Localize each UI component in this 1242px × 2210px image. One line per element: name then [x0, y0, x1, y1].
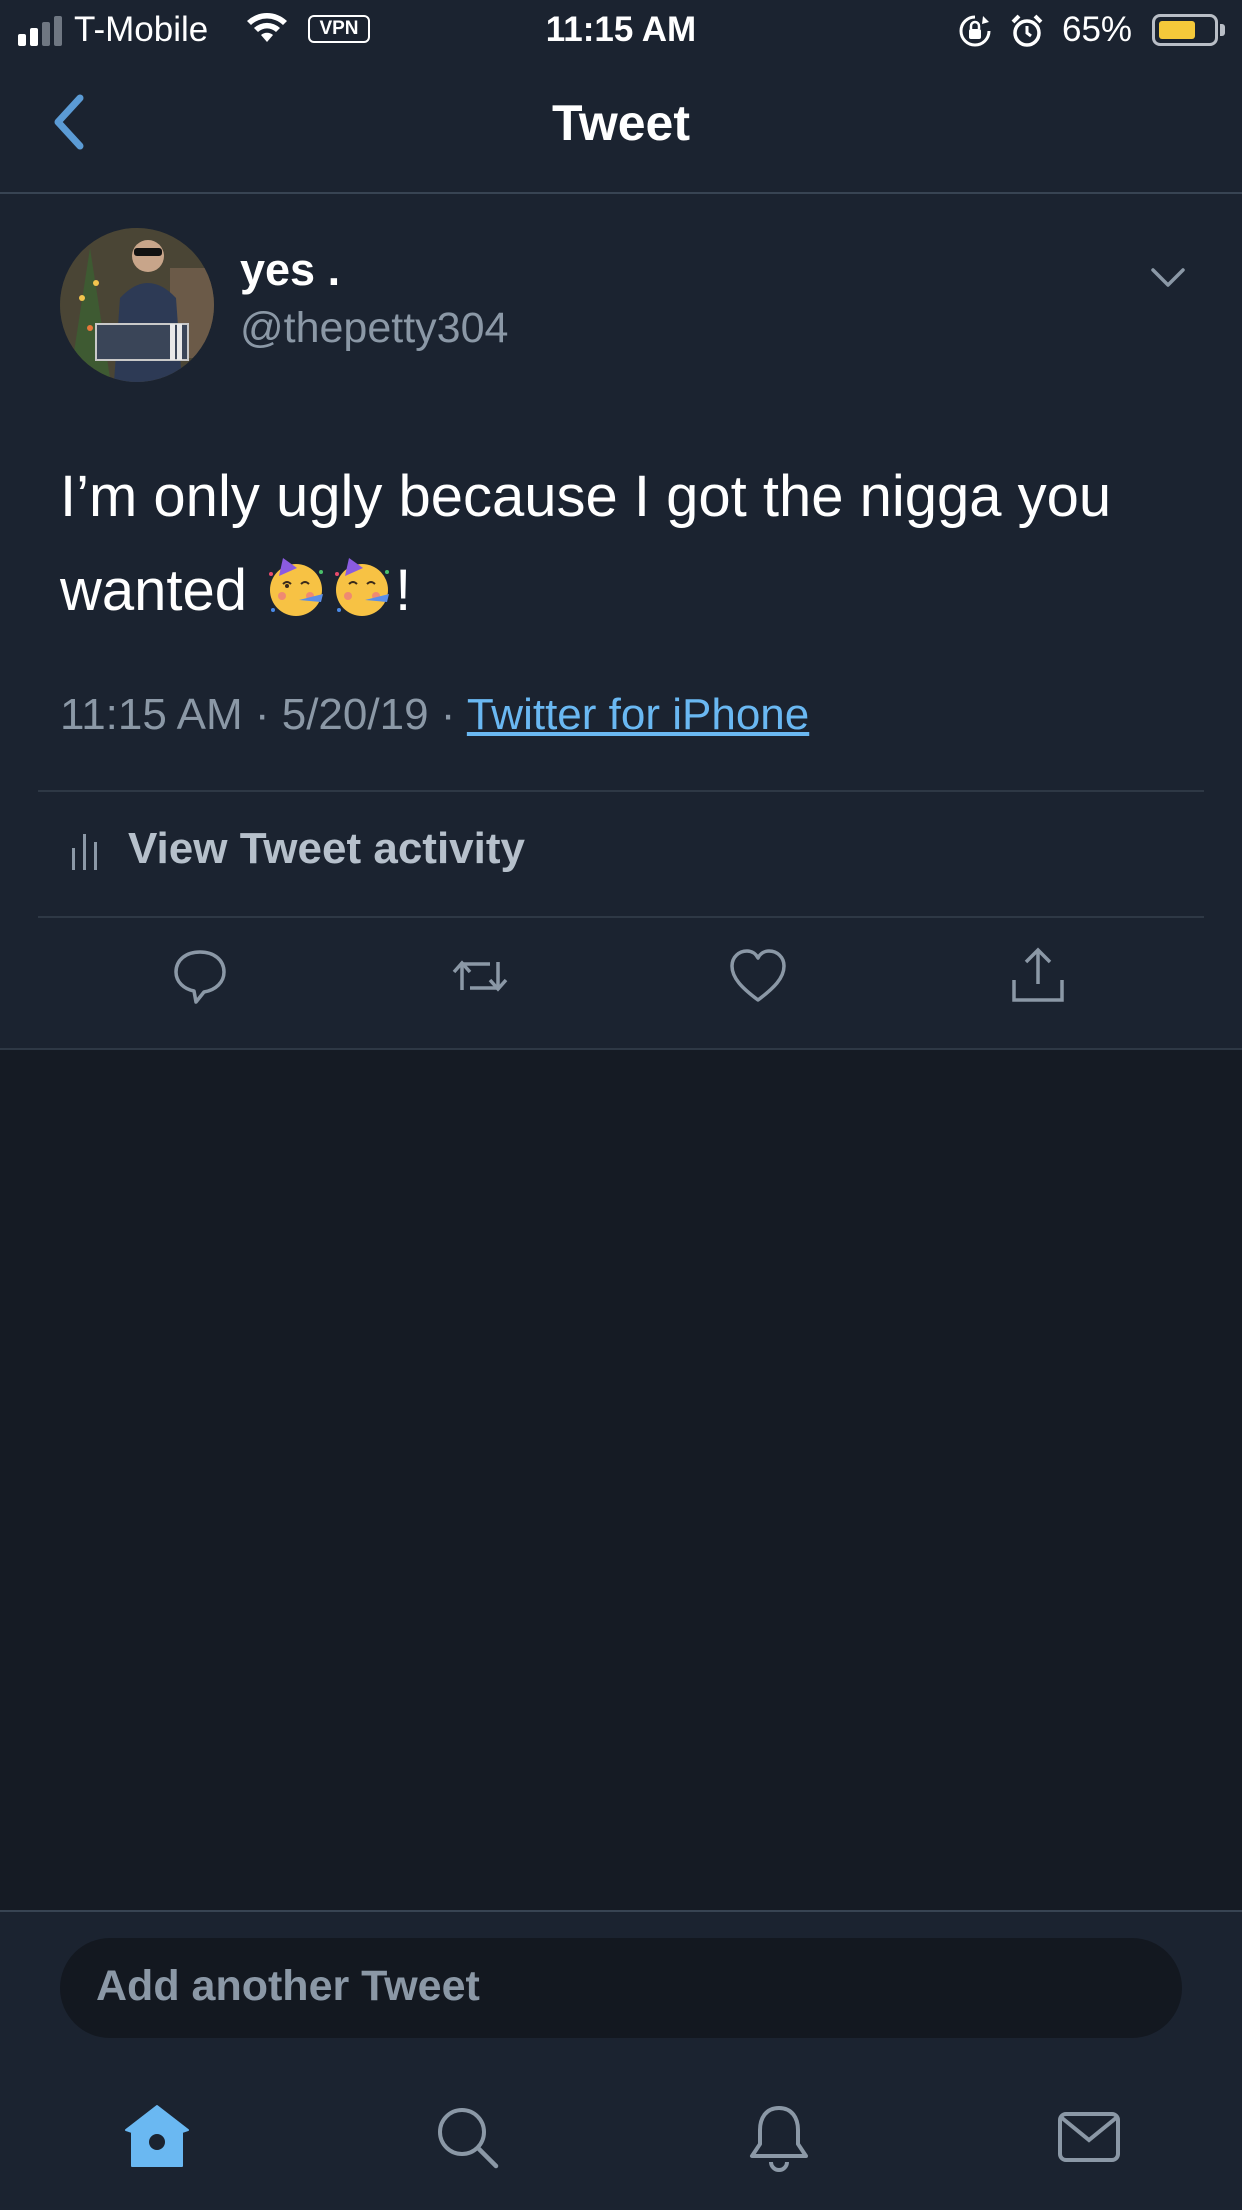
tweet-text-main: I’m only ugly because I got the nigga yo… [60, 464, 1112, 623]
status-bar: T-Mobile VPN 11:15 AM 65% [0, 0, 1242, 62]
tweet-timestamp: 11:15 AM · 5/20/19 · [60, 690, 467, 739]
like-icon[interactable] [728, 946, 788, 1006]
retweet-icon[interactable] [450, 946, 510, 1006]
divider [38, 916, 1204, 918]
bar-chart-icon [72, 834, 97, 870]
divider [38, 790, 1204, 792]
battery-fill [1159, 21, 1195, 39]
avatar[interactable] [60, 228, 214, 382]
status-time: 11:15 AM [545, 10, 697, 49]
tweet-meta: 11:15 AM · 5/20/19 · Twitter for iPhone [60, 690, 809, 740]
battery-icon [1152, 14, 1218, 46]
display-name[interactable]: yes . [240, 244, 340, 296]
partying-face-emoji-icon [269, 558, 324, 616]
tweet-source-link[interactable]: Twitter for iPhone [467, 690, 809, 739]
rotation-lock-icon [959, 15, 991, 47]
search-icon[interactable] [432, 2102, 502, 2172]
chevron-down-icon[interactable] [1150, 266, 1186, 290]
messages-icon[interactable] [1054, 2102, 1124, 2172]
tweet-text-end: ! [395, 558, 412, 623]
add-tweet-placeholder: Add another Tweet [96, 1962, 480, 2010]
home-icon[interactable] [122, 2102, 192, 2172]
battery-nub [1220, 24, 1225, 36]
user-handle[interactable]: @thepetty304 [240, 304, 508, 353]
tweet-detail: yes . @thepetty304 I’m only ugly because… [0, 194, 1242, 1050]
battery-percent: 65% [1062, 10, 1133, 49]
view-tweet-activity-link[interactable]: View Tweet activity [128, 824, 525, 874]
page-title: Tweet [552, 95, 690, 151]
reply-icon[interactable] [170, 946, 230, 1006]
tweet-text: I’m only ugly because I got the nigga yo… [60, 450, 1190, 638]
compose-bar: Add another Tweet [0, 1910, 1242, 2210]
alarm-icon [1011, 14, 1043, 47]
nav-bar: Tweet [0, 62, 1242, 194]
share-icon[interactable] [1008, 946, 1068, 1006]
notifications-icon[interactable] [744, 2102, 814, 2172]
partying-face-emoji-icon [335, 558, 390, 616]
avatar-image [60, 228, 214, 382]
